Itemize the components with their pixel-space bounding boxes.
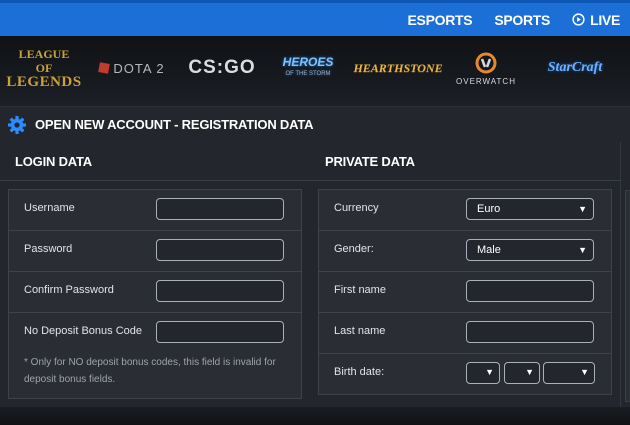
heroes-logo-subtext: OF THE STORM <box>285 71 331 77</box>
dota-emblem-icon <box>98 62 111 74</box>
gender-select[interactable]: Male ▼ <box>466 239 594 261</box>
login-data-header: LOGIN DATA <box>0 142 310 181</box>
nav-live-label: LIVE <box>590 11 620 28</box>
top-nav: ESPORTS SPORTS LIVE <box>408 3 621 36</box>
heroes-logo-text: HEROES <box>282 55 334 69</box>
overwatch-logo-text: OVERWATCH <box>456 76 516 86</box>
game-logo-strip: LEAGUE OF LEGENDS DOTA 2 CS:GO HEROES OF… <box>0 36 630 106</box>
birth-day-select[interactable]: ▼ <box>466 362 500 384</box>
caret-down-icon: ▼ <box>578 245 587 255</box>
nav-sports-link[interactable]: SPORTS <box>494 12 550 28</box>
private-data-section: PRIVATE DATA Currency Euro ▼ Gender: Mal… <box>310 142 620 407</box>
overwatch-emblem-icon <box>475 52 497 73</box>
birth-date-row: Birth date: ▼ ▼ ▼ <box>319 354 611 395</box>
birth-date-label: Birth date: <box>334 366 385 378</box>
gear-icon <box>8 116 26 134</box>
last-name-row: Last name <box>319 313 611 354</box>
username-row: Username <box>9 190 301 231</box>
dota-2-logo[interactable]: DOTA 2 <box>98 46 166 90</box>
page-title-bar: OPEN NEW ACCOUNT - REGISTRATION DATA <box>0 106 630 144</box>
confirm-password-label: Confirm Password <box>24 284 114 296</box>
top-nav-bar: ESPORTS SPORTS LIVE <box>0 0 630 36</box>
login-data-panel: Username Password Confirm Password No De… <box>8 189 302 399</box>
password-row: Password <box>9 231 301 272</box>
last-name-label: Last name <box>334 325 386 337</box>
hearthstone-logo-text: HEARTHSTONE <box>353 60 443 75</box>
lol-logo-line2: LEGENDS <box>6 74 82 90</box>
currency-select[interactable]: Euro ▼ <box>466 198 594 220</box>
birth-year-select[interactable]: ▼ <box>543 362 595 384</box>
confirm-password-row: Confirm Password <box>9 272 301 313</box>
page-bottom-background <box>0 407 630 425</box>
third-column-edge <box>620 142 630 407</box>
currency-row: Currency Euro ▼ <box>319 190 611 231</box>
play-circle-icon <box>572 13 585 26</box>
overwatch-logo[interactable]: OVERWATCH <box>453 46 519 90</box>
confirm-password-input[interactable] <box>156 280 284 302</box>
caret-down-icon: ▼ <box>578 204 587 214</box>
first-name-label: First name <box>334 284 386 296</box>
private-data-heading: PRIVATE DATA <box>325 154 415 169</box>
gender-selected-value: Male <box>477 244 501 256</box>
private-data-panel: Currency Euro ▼ Gender: Male ▼ First nam… <box>318 189 612 395</box>
currency-label: Currency <box>334 202 379 214</box>
bonus-code-row: No Deposit Bonus Code <box>9 313 301 354</box>
nav-esports-link[interactable]: ESPORTS <box>408 12 473 28</box>
password-label: Password <box>24 243 73 255</box>
nav-live-link[interactable]: LIVE <box>572 12 620 28</box>
gender-label: Gender: <box>334 243 374 255</box>
login-data-heading: LOGIN DATA <box>15 154 92 169</box>
hearthstone-logo[interactable]: HEARTHSTONE <box>353 46 442 90</box>
first-name-row: First name <box>319 272 611 313</box>
caret-down-icon: ▼ <box>580 367 589 377</box>
bonus-code-note: * Only for NO deposit bonus codes, this … <box>24 357 276 385</box>
bonus-code-input[interactable] <box>156 321 284 343</box>
starcraft-logo[interactable]: StarCraft <box>540 46 610 90</box>
username-label: Username <box>24 202 75 214</box>
lol-logo-line1: LEAGUE OF <box>18 47 70 75</box>
third-column-panel-edge <box>625 190 630 402</box>
caret-down-icon: ▼ <box>485 367 494 377</box>
caret-down-icon: ▼ <box>525 367 534 377</box>
csgo-logo-text: CS:GO <box>188 57 256 78</box>
dota-logo-text: DOTA 2 <box>113 60 165 76</box>
birth-month-select[interactable]: ▼ <box>504 362 540 384</box>
league-of-legends-logo[interactable]: LEAGUE OF LEGENDS <box>6 46 81 90</box>
heroes-of-the-storm-logo[interactable]: HEROES OF THE STORM <box>277 46 339 90</box>
last-name-input[interactable] <box>466 321 594 343</box>
private-data-header: PRIVATE DATA <box>310 142 620 181</box>
currency-selected-value: Euro <box>477 203 501 215</box>
csgo-logo[interactable]: CS:GO <box>188 46 256 90</box>
password-input[interactable] <box>156 239 284 261</box>
login-data-section: LOGIN DATA Username Password Confirm Pas… <box>0 142 310 407</box>
first-name-input[interactable] <box>466 280 594 302</box>
starcraft-logo-text: StarCraft <box>547 60 603 75</box>
bonus-code-label: No Deposit Bonus Code <box>24 325 143 337</box>
page-title: OPEN NEW ACCOUNT - REGISTRATION DATA <box>35 117 314 132</box>
gender-row: Gender: Male ▼ <box>319 231 611 272</box>
username-input[interactable] <box>156 198 284 220</box>
